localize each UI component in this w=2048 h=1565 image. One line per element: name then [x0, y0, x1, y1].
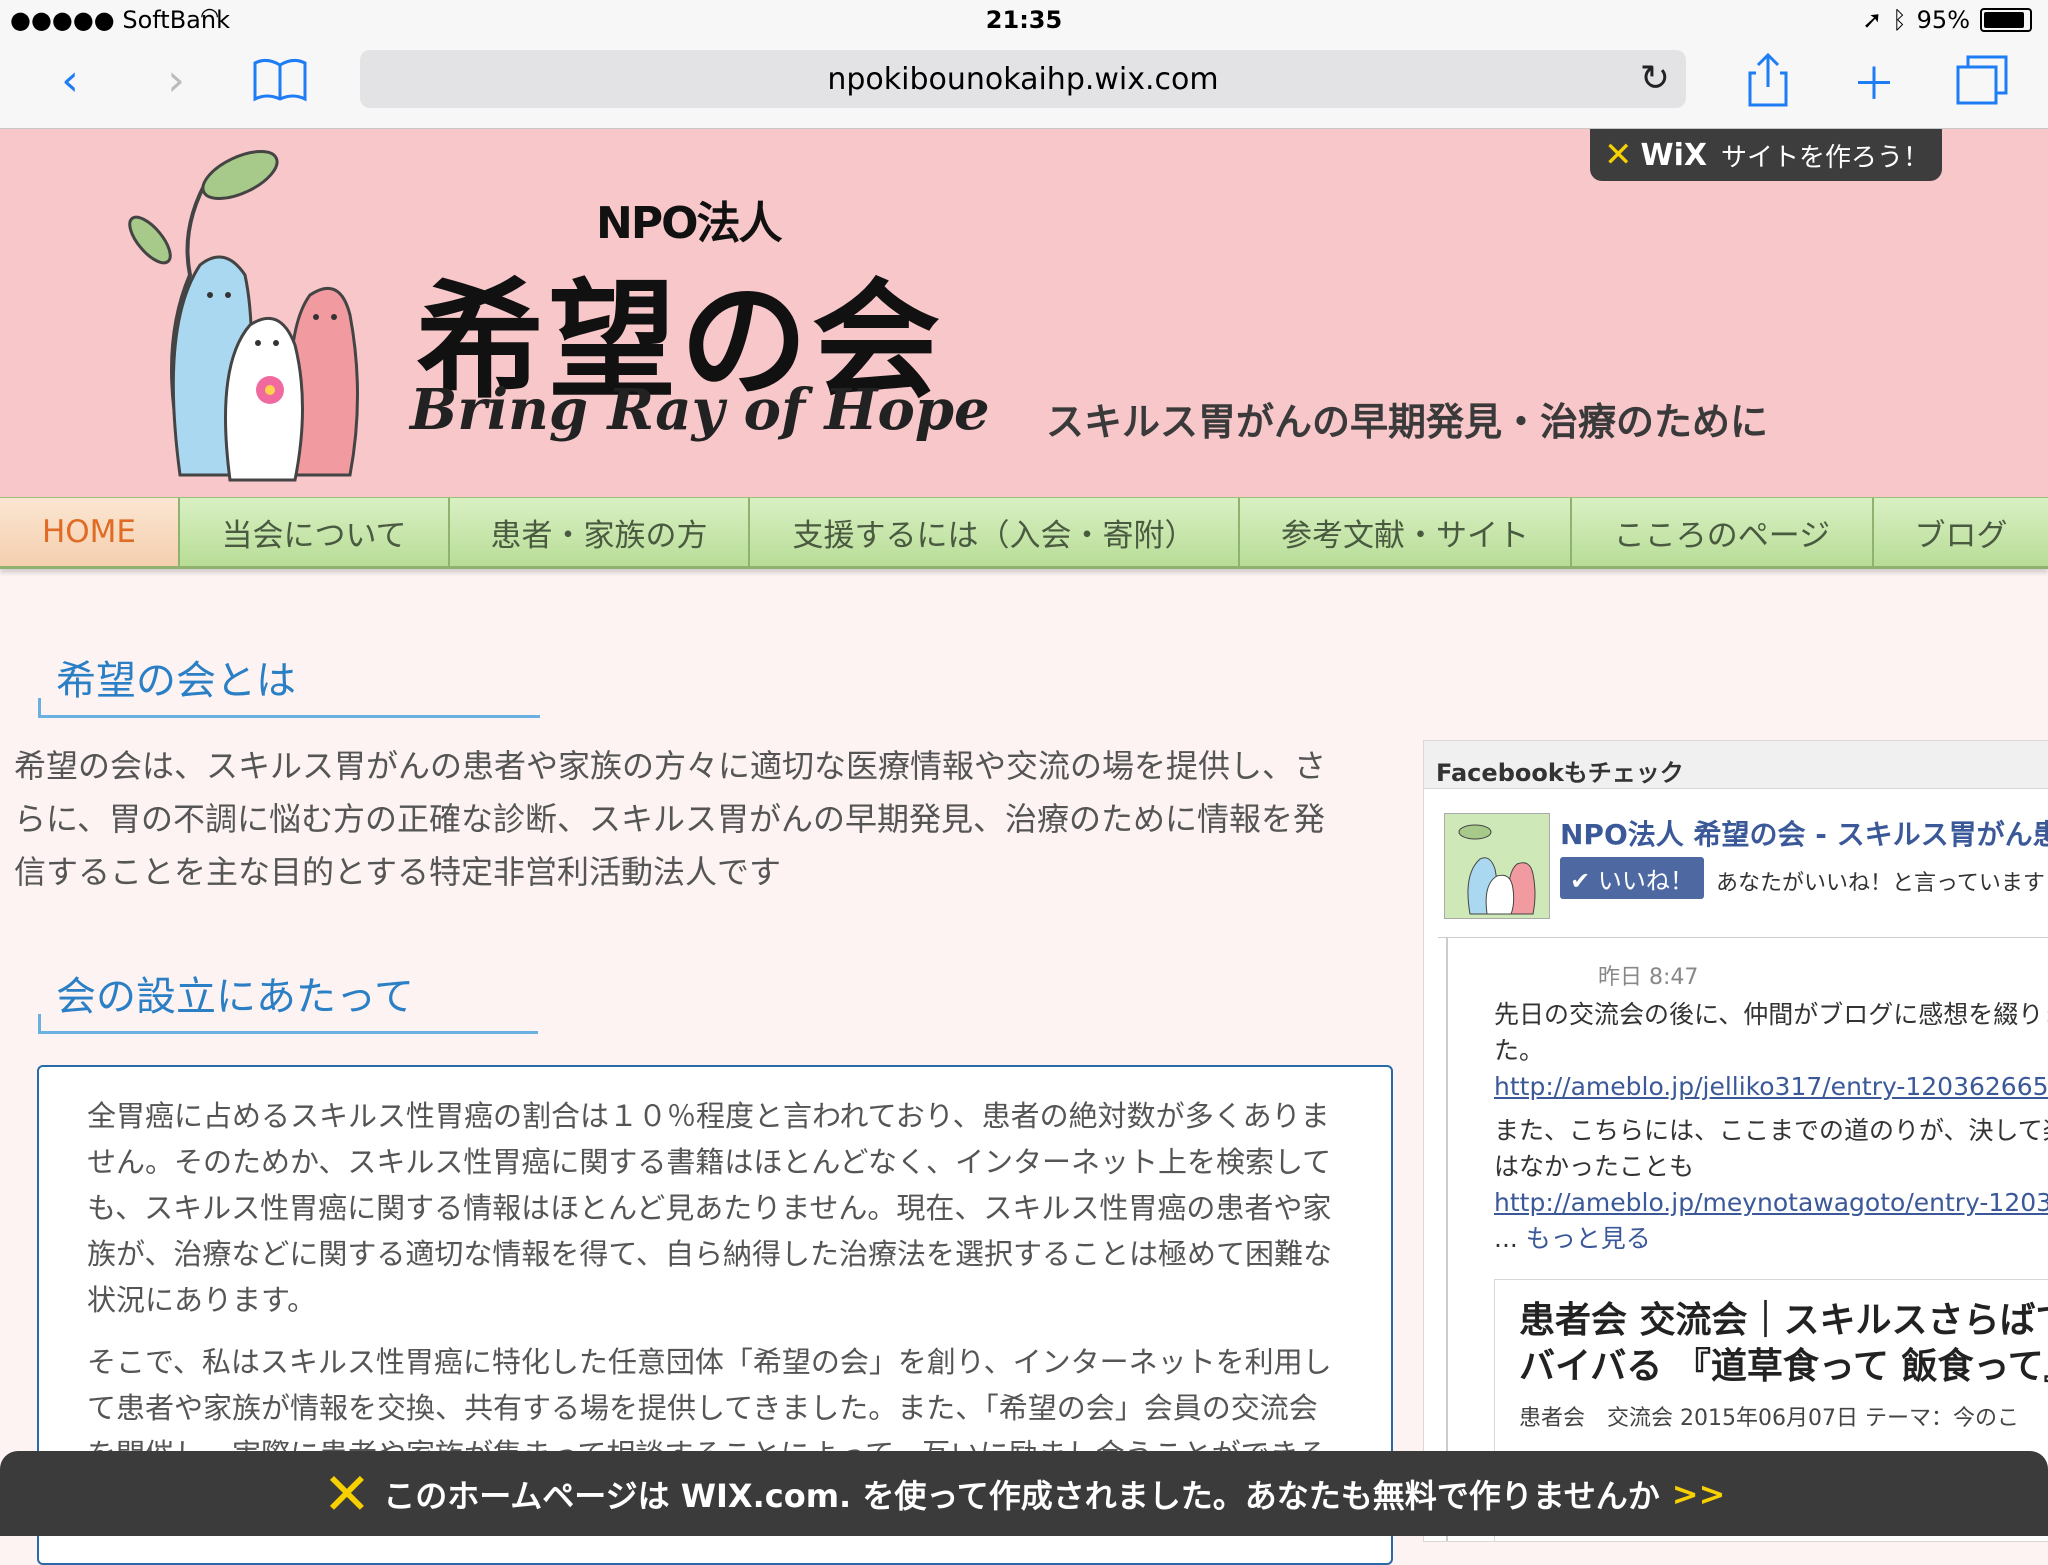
see-more-row: ... もっと見る — [1494, 1221, 2048, 1257]
about-text: 希望の会は、スキルス胃がんの患者や家族の方々に適切な医療情報や交流の場を提供し、… — [14, 747, 1327, 891]
reload-icon[interactable]: ↻ — [1640, 58, 1670, 99]
card-subtitle: 患者会 交流会 2015年06月07日 テーマ：今のこ — [1519, 1406, 2019, 1431]
nav-item-patients[interactable]: 患者・家族の方 — [450, 498, 750, 566]
facebook-like-button[interactable]: ✔ いいね！ — [1560, 857, 1704, 899]
wix-create-site-button[interactable]: ✕ WiX サイトを作ろう！ — [1590, 129, 1942, 181]
battery-icon — [1980, 8, 2032, 32]
wix-badge-text: サイトを作ろう！ — [1721, 142, 1930, 173]
bookmarks-icon[interactable] — [250, 50, 310, 110]
status-bar: ●●●●● SoftBank ◠ 21:35 ➚ ᛒ 95% — [0, 0, 2048, 40]
see-more-link[interactable]: もっと見る — [1526, 1224, 1651, 1253]
wix-banner-text: このホームページは WIX.com. を使って作成されました。あなたも無料で作り… — [383, 1476, 1660, 1515]
post-body: 先日の交流会の後に、仲間がブログに感想を綴りました。 http://ameblo… — [1494, 997, 2048, 1257]
heading-underline — [38, 1031, 538, 1034]
url-text: npokibounokaihp.wix.com — [827, 62, 1219, 97]
facebook-widget-title: Facebookもチェック — [1424, 741, 2048, 789]
share-icon[interactable] — [1738, 50, 1798, 110]
wix-logo-icon: ✕ — [322, 1459, 372, 1528]
wix-promo-banner[interactable]: ✕ このホームページは WIX.com. を使って作成されました。あなたも無料で… — [0, 1451, 2048, 1536]
nav-item-home[interactable]: HOME — [0, 498, 180, 566]
battery-percent: 95% — [1916, 6, 1970, 34]
ellipsis: ... — [1494, 1224, 1518, 1253]
forward-icon[interactable]: › — [146, 50, 206, 110]
heading-tick — [38, 1014, 41, 1034]
tagline-japanese: スキルス胃がんの早期発見・治療のために — [1046, 400, 1769, 444]
heading-tick — [38, 698, 41, 718]
site-header: ✕ WiX サイトを作ろう！ NPO法人 希望の会 Bring Ray of H… — [0, 129, 2048, 497]
wix-banner-arrow: >> — [1671, 1474, 1726, 1513]
browser-toolbar: ‹ › npokibounokaihp.wix.com ↻ ＋ — [0, 40, 2048, 129]
post-link-2[interactable]: http://ameblo.jp/meynotawagoto/entry-120… — [1494, 1185, 2048, 1221]
tagline-english: Bring Ray of Hope — [410, 377, 990, 443]
nav-item-references[interactable]: 参考文献・サイト — [1240, 498, 1572, 566]
nav-item-about[interactable]: 当会について — [180, 498, 450, 566]
facebook-like-status: あなたがいいね！と言っています — [1716, 871, 2045, 896]
facebook-page-name[interactable]: NPO法人 希望の会 - スキルス胃がん患者 — [1560, 813, 2048, 853]
logo-characters-icon — [120, 145, 370, 489]
card-title-line-2: バイバる 『道草食って 飯食って』 — [1519, 1346, 2048, 1387]
address-bar[interactable]: npokibounokaihp.wix.com ↻ — [360, 50, 1686, 108]
nav-item-heart-page[interactable]: こころのページ — [1572, 498, 1874, 566]
wix-logo-icon: ✕ — [1604, 135, 1633, 175]
main-nav: HOME 当会について 患者・家族の方 支援するには（入会・寄附） 参考文献・サ… — [0, 497, 2048, 569]
nav-item-blog[interactable]: ブログ — [1874, 498, 2048, 566]
post-timestamp[interactable]: 昨日 8:47 — [1598, 959, 1698, 991]
founding-heading: 会の設立にあたって — [38, 964, 538, 1034]
wix-badge-brand: WiX — [1640, 137, 1708, 173]
tabs-icon[interactable] — [1952, 50, 2012, 110]
post-text-2: また、こちらには、ここまでの道のりが、決して楽ではなかったことも — [1494, 1116, 2048, 1181]
founding-paragraph-1: 全胃癌に占めるスキルス性胃癌の割合は１０％程度と言われており、患者の絶対数が多く… — [87, 1099, 1332, 1317]
back-icon[interactable]: ‹ — [40, 50, 100, 110]
new-tab-icon[interactable]: ＋ — [1844, 50, 1904, 110]
founding-heading-text: 会の設立にあたって — [56, 974, 414, 1020]
about-heading-text: 希望の会とは — [56, 658, 296, 704]
facebook-page-thumbnail[interactable] — [1444, 813, 1550, 919]
post-text-1: 先日の交流会の後に、仲間がブログに感想を綴りました。 — [1494, 1000, 2048, 1065]
bluetooth-icon: ᛒ — [1892, 6, 1907, 34]
nav-item-support[interactable]: 支援するには（入会・寄附） — [750, 498, 1240, 566]
about-heading: 希望の会とは — [38, 648, 540, 718]
facebook-widget: Facebookもチェック NPO法人 希望の会 - スキルス胃がん患者 ✔ い… — [1423, 740, 2048, 1542]
post-link-1[interactable]: http://ameblo.jp/jelliko317/entry-120362… — [1494, 1069, 2048, 1105]
clock: 21:35 — [985, 6, 1063, 34]
card-title-line-1: 患者会 交流会｜スキルスさらばで — [1519, 1300, 2048, 1341]
heading-underline — [38, 715, 540, 718]
location-icon: ➚ — [1862, 6, 1883, 34]
